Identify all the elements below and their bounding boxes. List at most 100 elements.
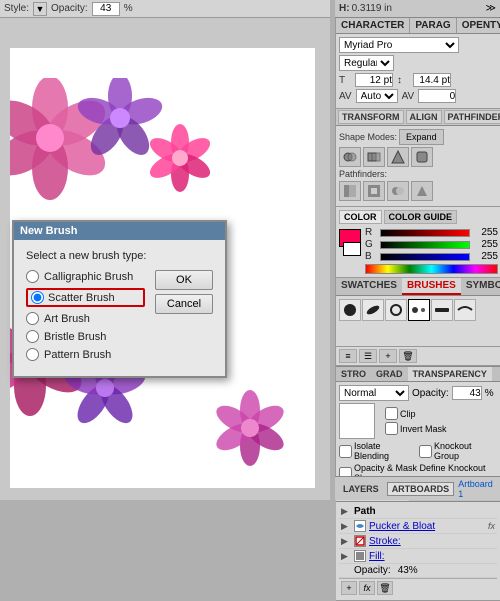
transparency-swatch: [339, 403, 375, 439]
tab-symbols[interactable]: SYMBOLS: [461, 278, 500, 295]
opacity-unit: %: [124, 3, 133, 14]
h-label: H:: [339, 3, 350, 14]
fill-icon: [354, 550, 366, 562]
pf-btn-3[interactable]: [387, 147, 409, 167]
brush-item-6[interactable]: [454, 299, 476, 321]
opacity-app-value: 43%: [398, 565, 418, 576]
pucker-label[interactable]: Pucker & Bloat: [369, 521, 485, 532]
tab-character[interactable]: CHARACTER: [336, 18, 410, 33]
g-value: 255: [473, 239, 498, 250]
tab-gradient[interactable]: GRAD: [371, 367, 408, 381]
opacity-app-label: Opacity:: [354, 565, 391, 576]
font-style-select[interactable]: Regular: [339, 55, 394, 71]
cancel-button[interactable]: Cancel: [155, 294, 213, 314]
radio-art[interactable]: [26, 312, 39, 325]
kerning-icon: AV: [402, 91, 415, 102]
path-label: Path: [354, 506, 376, 517]
radio-art-row: Art Brush: [26, 312, 145, 325]
appearance-delete-btn[interactable]: 🗑: [377, 581, 393, 595]
invert-mask-check[interactable]: Invert Mask: [385, 422, 447, 435]
opacity-unit: %: [485, 388, 494, 399]
style-dropdown[interactable]: ▼: [33, 2, 47, 16]
radio-pattern[interactable]: [26, 348, 39, 361]
dialog-question: Select a new brush type:: [26, 250, 213, 262]
opacity-value-input[interactable]: [452, 386, 482, 400]
brush-item-4[interactable]: [408, 299, 430, 321]
pf-path-btn-4[interactable]: [411, 181, 433, 201]
brush-tool-2[interactable]: ☰: [359, 349, 377, 363]
appearance-fill-row: ▶ Fill:: [339, 549, 497, 564]
expand-button[interactable]: Expand: [399, 129, 444, 145]
tab-artboards[interactable]: ARTBOARDS: [387, 482, 455, 496]
g-slider[interactable]: [380, 241, 470, 249]
isolate-blending-check[interactable]: Isolate Blending: [339, 441, 416, 461]
brush-item-1[interactable]: [339, 299, 361, 321]
brush-tool-1[interactable]: ≡: [339, 349, 357, 363]
expand-icon[interactable]: ≫: [486, 3, 496, 14]
font-family-select[interactable]: Myriad Pro: [339, 37, 459, 53]
tab-color[interactable]: COLOR: [339, 210, 382, 224]
b-slider[interactable]: [380, 253, 470, 261]
brush-item-3[interactable]: [385, 299, 407, 321]
tab-align[interactable]: ALIGN: [406, 110, 442, 124]
fx-label: fx: [488, 521, 495, 531]
tracking-select[interactable]: Auto: [356, 89, 398, 103]
pf-btn-1[interactable]: [339, 147, 361, 167]
dialog-content-row: Calligraphic Brush Scatter Brush Art Bru…: [26, 270, 213, 366]
pf-path-btn-2[interactable]: [363, 181, 385, 201]
radio-pattern-label: Pattern Brush: [44, 349, 111, 361]
pf-path-btn-1[interactable]: [339, 181, 361, 201]
radio-bristle[interactable]: [26, 330, 39, 343]
font-size-input[interactable]: [355, 73, 393, 87]
radio-calligraphic[interactable]: [26, 270, 39, 283]
ok-button[interactable]: OK: [155, 270, 213, 290]
dialog-title: New Brush: [20, 225, 77, 237]
opacity-label: Opacity:: [51, 3, 88, 14]
tab-transform[interactable]: TRANSFORM: [338, 110, 404, 124]
brush-delete-btn[interactable]: 🗑: [399, 349, 417, 363]
b-label: B: [365, 251, 377, 262]
tab-pathfinder[interactable]: PATHFINDER: [444, 110, 500, 124]
brush-new-btn[interactable]: +: [379, 349, 397, 363]
blend-mode-select[interactable]: Normal: [339, 385, 409, 401]
appearance-opacity-row: Opacity: 43%: [339, 564, 497, 578]
radio-scatter[interactable]: [31, 291, 44, 304]
radio-bristle-row: Bristle Brush: [26, 330, 145, 343]
r-slider[interactable]: [380, 229, 470, 237]
tab-swatches[interactable]: SWATCHES: [336, 278, 402, 295]
pf-btn-2[interactable]: [363, 147, 385, 167]
appearance-stroke-row: ▶ Stroke:: [339, 534, 497, 549]
opacity-input[interactable]: [92, 2, 120, 16]
pf-btn-4[interactable]: [411, 147, 433, 167]
tab-brushes[interactable]: BRUSHES: [402, 278, 461, 295]
clip-check[interactable]: Clip: [385, 407, 447, 420]
appearance-pucker-row: ▶ Pucker & Bloat fx: [339, 519, 497, 534]
radio-scatter-label: Scatter Brush: [48, 292, 115, 304]
tab-parag[interactable]: PARAG: [410, 18, 456, 33]
stroke-label[interactable]: Stroke:: [369, 536, 495, 547]
brush-item-2[interactable]: [362, 299, 384, 321]
tab-transparency[interactable]: TRANSPARENCY: [408, 367, 492, 381]
transform-tabs: TRANSFORM ALIGN PATHFINDER: [336, 109, 500, 126]
brushes-toolbar: ≡ ☰ + 🗑: [336, 346, 500, 365]
appearance-fx-btn[interactable]: fx: [359, 581, 375, 595]
stroke-swatch[interactable]: [343, 242, 361, 256]
tab-stroke[interactable]: STRO: [336, 367, 371, 381]
new-brush-dialog[interactable]: New Brush Select a new brush type: Calli…: [12, 220, 227, 378]
stroke-gradient-transparency-tabs: STRO GRAD TRANSPARENCY: [336, 366, 500, 382]
kerning-input[interactable]: [418, 89, 456, 103]
brushes-content: [336, 296, 500, 346]
knockout-group-check[interactable]: Knockout Group: [419, 441, 497, 461]
color-spectrum-bar[interactable]: [365, 264, 498, 274]
fill-label[interactable]: Fill:: [369, 551, 495, 562]
appearance-add-btn[interactable]: +: [341, 581, 357, 595]
leading-input[interactable]: [413, 73, 451, 87]
brush-item-5[interactable]: [431, 299, 453, 321]
pf-path-btn-3[interactable]: [387, 181, 409, 201]
appearance-panel: ▶ Path ▶ Pucker & Bloat fx ▶ Stroke:: [336, 502, 500, 601]
radio-calligraphic-row: Calligraphic Brush: [26, 270, 145, 283]
character-panel: Myriad Pro Regular T ↕ AV Auto AV: [336, 34, 500, 109]
tab-layers[interactable]: LAYERS: [339, 483, 383, 495]
tab-color-guide[interactable]: COLOR GUIDE: [384, 210, 458, 224]
tab-openty[interactable]: OPENTY: [457, 18, 500, 33]
